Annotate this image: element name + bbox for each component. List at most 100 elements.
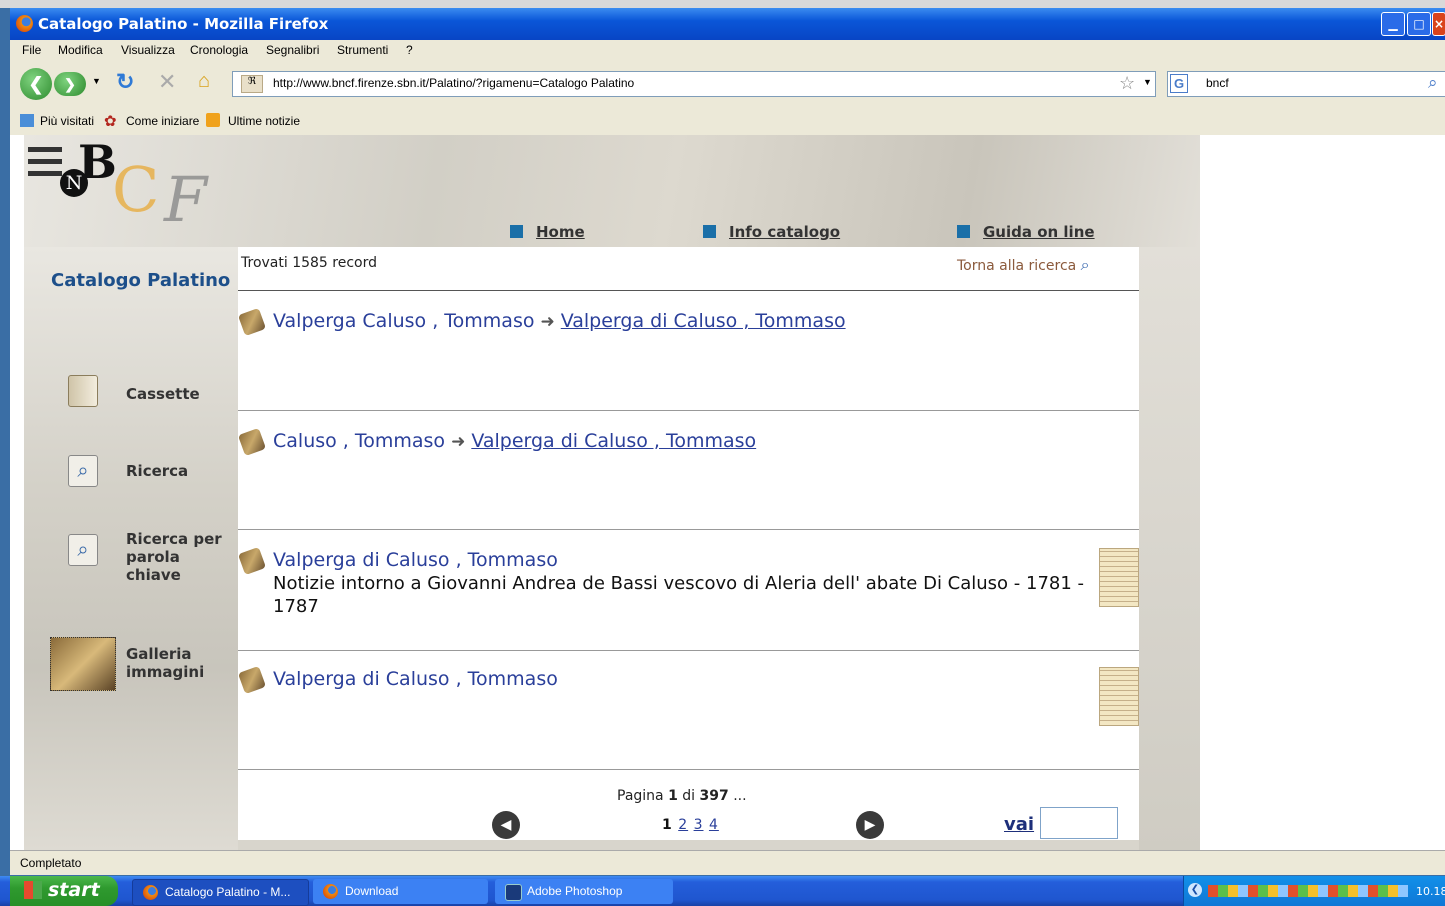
book-icon bbox=[237, 307, 267, 337]
back-to-search-link[interactable]: Torna alla ricerca ⌕ bbox=[957, 255, 1090, 275]
sidebar-item-cassette[interactable]: Cassette bbox=[126, 385, 200, 403]
search-box[interactable]: G bncf ⌕ bbox=[1167, 71, 1445, 97]
address-url[interactable]: http://www.bncf.firenze.sbn.it/Palatino/… bbox=[273, 76, 634, 90]
window-title: Catalogo Palatino - Mozilla Firefox bbox=[38, 15, 329, 33]
drawer-icon[interactable] bbox=[68, 375, 98, 407]
start-label[interactable]: start bbox=[48, 879, 100, 901]
tray-icons[interactable] bbox=[1208, 885, 1408, 897]
search-go-icon[interactable]: ⌕ bbox=[1428, 73, 1438, 93]
forward-button[interactable]: ❯ bbox=[54, 72, 86, 96]
record-heading[interactable]: Valperga di Caluso , Tommaso bbox=[273, 549, 558, 571]
nav-bullet bbox=[510, 225, 523, 238]
bookmark-most-visited[interactable]: Più visitati bbox=[40, 114, 94, 128]
menu-strumenti[interactable]: Strumenti bbox=[337, 43, 388, 57]
record-heading: Valperga Caluso , Tommaso bbox=[273, 310, 535, 332]
next-page-icon[interactable]: ▶ bbox=[856, 811, 884, 839]
window-titlebar[interactable]: Catalogo Palatino - Mozilla Firefox ▁ □ … bbox=[10, 8, 1445, 40]
navigation-toolbar: ❮ ❯ ▼ ↻ ✕ ⌂ ℜ http://www.bncf.firenze.sb… bbox=[10, 64, 1445, 102]
history-dropdown-icon[interactable]: ▼ bbox=[92, 76, 101, 86]
results-count: Trovati 1585 record bbox=[241, 255, 378, 271]
book-icon bbox=[237, 427, 267, 457]
address-bar[interactable]: ℜ http://www.bncf.firenze.sbn.it/Palatin… bbox=[232, 71, 1156, 97]
record-title-line: Valperga Caluso , Tommaso ➜ Valperga di Ca… bbox=[273, 310, 846, 332]
firefox-icon bbox=[143, 885, 158, 900]
bookmark-star-icon[interactable]: ☆ bbox=[1119, 73, 1135, 94]
page-3[interactable]: 3 bbox=[694, 817, 704, 833]
site-favicon: ℜ bbox=[241, 75, 263, 93]
firefox-icon bbox=[16, 15, 33, 32]
reload-icon[interactable]: ↻ bbox=[116, 69, 134, 95]
nav-home[interactable]: Home bbox=[536, 223, 585, 241]
url-dropdown-icon[interactable]: ▼ bbox=[1143, 77, 1152, 87]
record-see-link[interactable]: Valperga di Caluso , Tommaso bbox=[561, 310, 846, 332]
home-icon[interactable]: ⌂ bbox=[198, 70, 210, 93]
page-4[interactable]: 4 bbox=[709, 817, 719, 833]
rss-icon bbox=[206, 113, 220, 127]
task-photoshop[interactable]: Adobe Photoshop bbox=[495, 879, 673, 904]
record-thumbnail[interactable] bbox=[1099, 548, 1139, 607]
search-engine-icon[interactable]: G bbox=[1170, 74, 1188, 93]
page-number-input[interactable] bbox=[1040, 807, 1118, 839]
result-record: Valperga di Caluso , Tommaso bbox=[237, 651, 1139, 770]
photoshop-icon bbox=[505, 884, 522, 901]
book-icon bbox=[237, 546, 267, 576]
bncf-logo: B N C F bbox=[28, 135, 238, 240]
bookmark-folder-icon bbox=[20, 114, 34, 127]
magnifier-icon[interactable]: ⌕ bbox=[68, 455, 98, 487]
bookmarks-toolbar: Più visitati ✿ Come iniziare Ultime noti… bbox=[10, 110, 1445, 132]
go-button[interactable]: vai bbox=[1004, 814, 1034, 835]
stop-icon[interactable]: ✕ bbox=[158, 69, 176, 95]
book-icon bbox=[237, 665, 267, 695]
sidebar-item-ricerca[interactable]: Ricerca bbox=[126, 462, 188, 480]
sidebar-item-label: Ricerca per bbox=[126, 530, 222, 548]
result-record: Valperga Caluso , Tommaso ➜ Valperga di Ca… bbox=[237, 291, 1139, 411]
close-button[interactable]: × bbox=[1432, 12, 1445, 36]
windows-taskbar: start Catalogo Palatino - M... Download … bbox=[0, 876, 1445, 906]
back-to-search-label[interactable]: Torna alla ricerca bbox=[957, 258, 1076, 274]
nav-bullet bbox=[703, 225, 716, 238]
get-started-icon: ✿ bbox=[104, 113, 117, 130]
page-1: 1 bbox=[662, 817, 673, 833]
gallery-icon[interactable] bbox=[50, 637, 116, 691]
see-arrow-icon: ➜ bbox=[451, 432, 466, 452]
maximize-button[interactable]: □ bbox=[1407, 12, 1431, 36]
site-banner: B N C F Home Info catalogo Guida on line bbox=[24, 135, 1200, 247]
task-download[interactable]: Download bbox=[313, 879, 488, 904]
record-title-line: Caluso , Tommaso ➜ Valperga di Caluso , To… bbox=[273, 430, 756, 452]
search-value[interactable]: bncf bbox=[1206, 76, 1229, 90]
nav-guida-on-line[interactable]: Guida on line bbox=[983, 223, 1095, 241]
status-bar: Completato bbox=[10, 850, 1445, 875]
pagination-summary: Pagina 1 di 397 ... bbox=[617, 788, 747, 804]
sidebar-item-ricerca-parola-chiave[interactable]: Ricerca per parola chiave bbox=[126, 530, 238, 584]
menu-modifica[interactable]: Modifica bbox=[58, 43, 103, 57]
menu-help[interactable]: ? bbox=[406, 43, 413, 57]
record-description: Notizie intorno a Giovanni Andrea de Bas… bbox=[273, 573, 1085, 617]
task-catalogo-palatino[interactable]: Catalogo Palatino - M... bbox=[132, 879, 309, 906]
bookmark-latest-news[interactable]: Ultime notizie bbox=[228, 114, 300, 128]
record-see-link[interactable]: Valperga di Caluso , Tommaso bbox=[471, 430, 756, 452]
previous-page-icon[interactable]: ◀ bbox=[492, 811, 520, 839]
menu-segnalibri[interactable]: Segnalibri bbox=[266, 43, 319, 57]
back-button[interactable]: ❮ bbox=[20, 68, 52, 100]
record-thumbnail[interactable] bbox=[1099, 667, 1139, 726]
magnifier-icon: ⌕ bbox=[1080, 255, 1090, 274]
page-2[interactable]: 2 bbox=[678, 817, 688, 833]
bookmark-get-started[interactable]: Come iniziare bbox=[126, 114, 199, 128]
minimize-button[interactable]: ▁ bbox=[1381, 12, 1405, 36]
menu-cronologia[interactable]: Cronologia bbox=[190, 43, 248, 57]
nav-info-catalogo[interactable]: Info catalogo bbox=[729, 223, 840, 241]
tray-expand-icon[interactable]: ❮ bbox=[1188, 883, 1202, 897]
magnifier-icon[interactable]: ⌕ bbox=[68, 534, 98, 566]
nav-bullet bbox=[957, 225, 970, 238]
background-window-strip bbox=[0, 0, 1445, 8]
record-heading: Caluso , Tommaso bbox=[273, 430, 446, 452]
clock: 10.18 bbox=[1416, 885, 1445, 898]
menu-file[interactable]: File bbox=[22, 43, 41, 57]
sidebar-item-label: parola chiave bbox=[126, 548, 181, 584]
record-heading[interactable]: Valperga di Caluso , Tommaso bbox=[273, 668, 558, 690]
sidebar-item-galleria-immagini[interactable]: Galleria immagini bbox=[126, 645, 204, 681]
menu-visualizza[interactable]: Visualizza bbox=[121, 43, 175, 57]
sidebar-item-label: Galleria bbox=[126, 645, 192, 663]
start-button[interactable]: start bbox=[10, 876, 118, 906]
firefox-icon bbox=[323, 884, 338, 899]
